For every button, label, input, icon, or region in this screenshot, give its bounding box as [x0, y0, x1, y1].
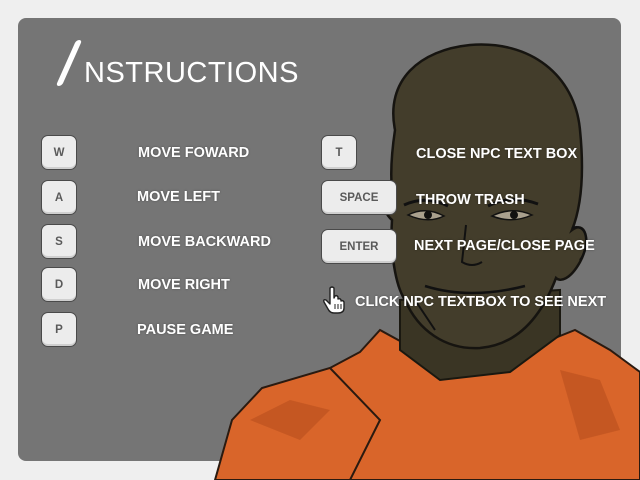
- label-close-npc-text-box: CLOSE NPC TEXT BOX: [416, 146, 578, 162]
- label-move-left: MOVE LEFT: [137, 189, 220, 205]
- key-space: SPACE: [321, 180, 397, 215]
- label-move-right: MOVE RIGHT: [138, 277, 230, 293]
- key-s: S: [41, 224, 77, 259]
- label-next-page-close-page: NEXT PAGE/CLOSE PAGE: [414, 238, 595, 254]
- key-a: A: [41, 180, 77, 215]
- label-pause-game: PAUSE GAME: [137, 322, 234, 338]
- key-t: T: [321, 135, 357, 170]
- instructions-title: NSTRUCTIONS: [55, 30, 299, 90]
- hand-pointer-icon: [323, 286, 345, 314]
- key-p: P: [41, 312, 77, 347]
- key-d: D: [41, 267, 77, 302]
- label-throw-trash: THROW TRASH: [416, 192, 525, 208]
- key-enter: ENTER: [321, 229, 397, 264]
- label-click-npc-textbox: CLICK NPC TEXTBOX TO SEE NEXT: [355, 294, 607, 310]
- label-move-backward: MOVE BACKWARD: [138, 234, 271, 250]
- label-move-forward: MOVE FOWARD: [138, 145, 250, 161]
- title-text: NSTRUCTIONS: [84, 57, 299, 89]
- key-w: W: [41, 135, 77, 170]
